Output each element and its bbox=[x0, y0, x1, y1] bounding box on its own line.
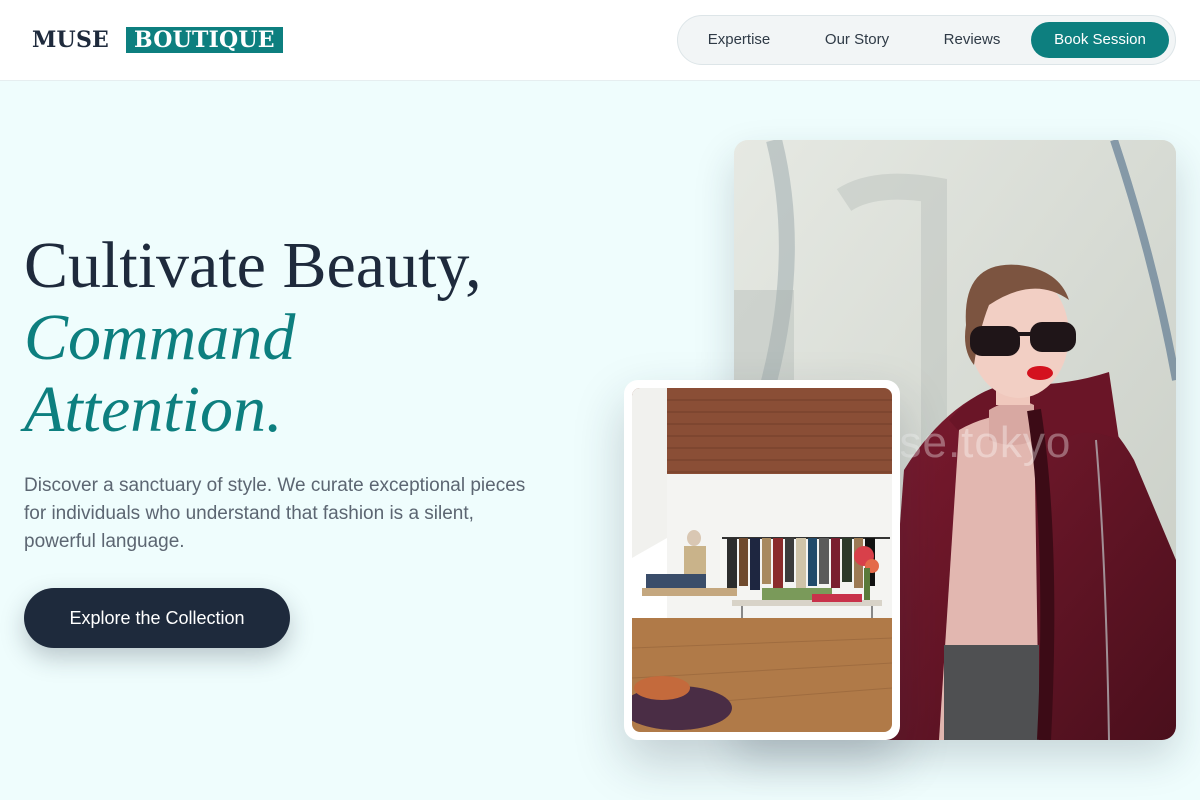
nav-link-reviews[interactable]: Reviews bbox=[936, 16, 1008, 64]
logo-boutique: BOUTIQUE bbox=[126, 27, 283, 53]
hero-title-line3: Attention. bbox=[24, 373, 283, 446]
logo-muse: MUSE bbox=[32, 27, 109, 53]
hero-title-line2: Command bbox=[24, 301, 296, 374]
boutique-interior-photo bbox=[624, 380, 900, 740]
hero-description: Discover a sanctuary of style. We curate… bbox=[24, 475, 526, 552]
site-header: MUSE BOUTIQUE Expertise Our Story Review… bbox=[0, 0, 1200, 81]
nav-link-our-story[interactable]: Our Story bbox=[817, 16, 897, 64]
nav-link-expertise[interactable]: Expertise bbox=[700, 16, 778, 64]
logo[interactable]: MUSE BOUTIQUE bbox=[32, 27, 283, 53]
photo-watermark: ese.tokyo bbox=[874, 418, 1072, 467]
hero-title: Cultivate Beauty, Command Attention. bbox=[24, 230, 584, 446]
main-nav: Expertise Our Story Reviews Book Session bbox=[677, 15, 1176, 65]
hero-title-line1: Cultivate Beauty, bbox=[24, 229, 482, 302]
explore-collection-button[interactable]: Explore the Collection bbox=[24, 588, 290, 648]
boutique-interior-image bbox=[632, 388, 892, 732]
book-session-button[interactable]: Book Session bbox=[1031, 22, 1169, 58]
store-illustration bbox=[632, 388, 892, 732]
